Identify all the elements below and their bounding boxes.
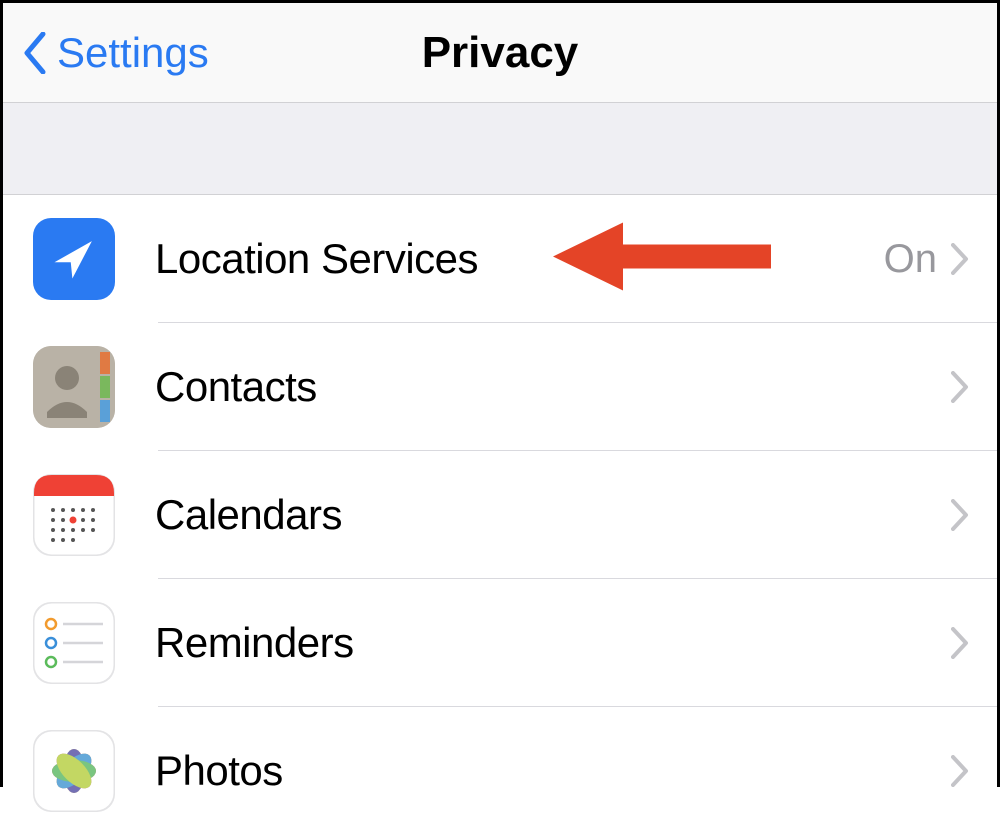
row-detail-value: On bbox=[884, 237, 937, 282]
chevron-right-icon bbox=[951, 243, 969, 275]
chevron-right-icon bbox=[951, 627, 969, 659]
row-label: Location Services bbox=[155, 235, 884, 283]
back-button[interactable]: Settings bbox=[3, 29, 209, 77]
location-arrow-icon bbox=[33, 218, 115, 300]
row-reminders[interactable]: Reminders bbox=[3, 579, 997, 707]
calendar-icon bbox=[33, 474, 115, 556]
row-calendars[interactable]: Calendars bbox=[3, 451, 997, 579]
section-spacer bbox=[3, 103, 997, 195]
privacy-list: Location Services On Contacts bbox=[3, 195, 997, 835]
chevron-right-icon bbox=[951, 755, 969, 787]
photos-icon bbox=[33, 730, 115, 812]
row-location-services[interactable]: Location Services On bbox=[3, 195, 997, 323]
reminders-icon bbox=[33, 602, 115, 684]
chevron-left-icon bbox=[23, 32, 47, 74]
chevron-right-icon bbox=[951, 499, 969, 531]
back-label: Settings bbox=[57, 29, 209, 77]
row-label: Contacts bbox=[155, 363, 951, 411]
row-label: Calendars bbox=[155, 491, 951, 539]
row-label: Reminders bbox=[155, 619, 951, 667]
row-contacts[interactable]: Contacts bbox=[3, 323, 997, 451]
row-label: Photos bbox=[155, 747, 951, 795]
row-photos[interactable]: Photos bbox=[3, 707, 997, 835]
navigation-bar: Settings Privacy bbox=[3, 3, 997, 103]
contacts-icon bbox=[33, 346, 115, 428]
chevron-right-icon bbox=[951, 371, 969, 403]
